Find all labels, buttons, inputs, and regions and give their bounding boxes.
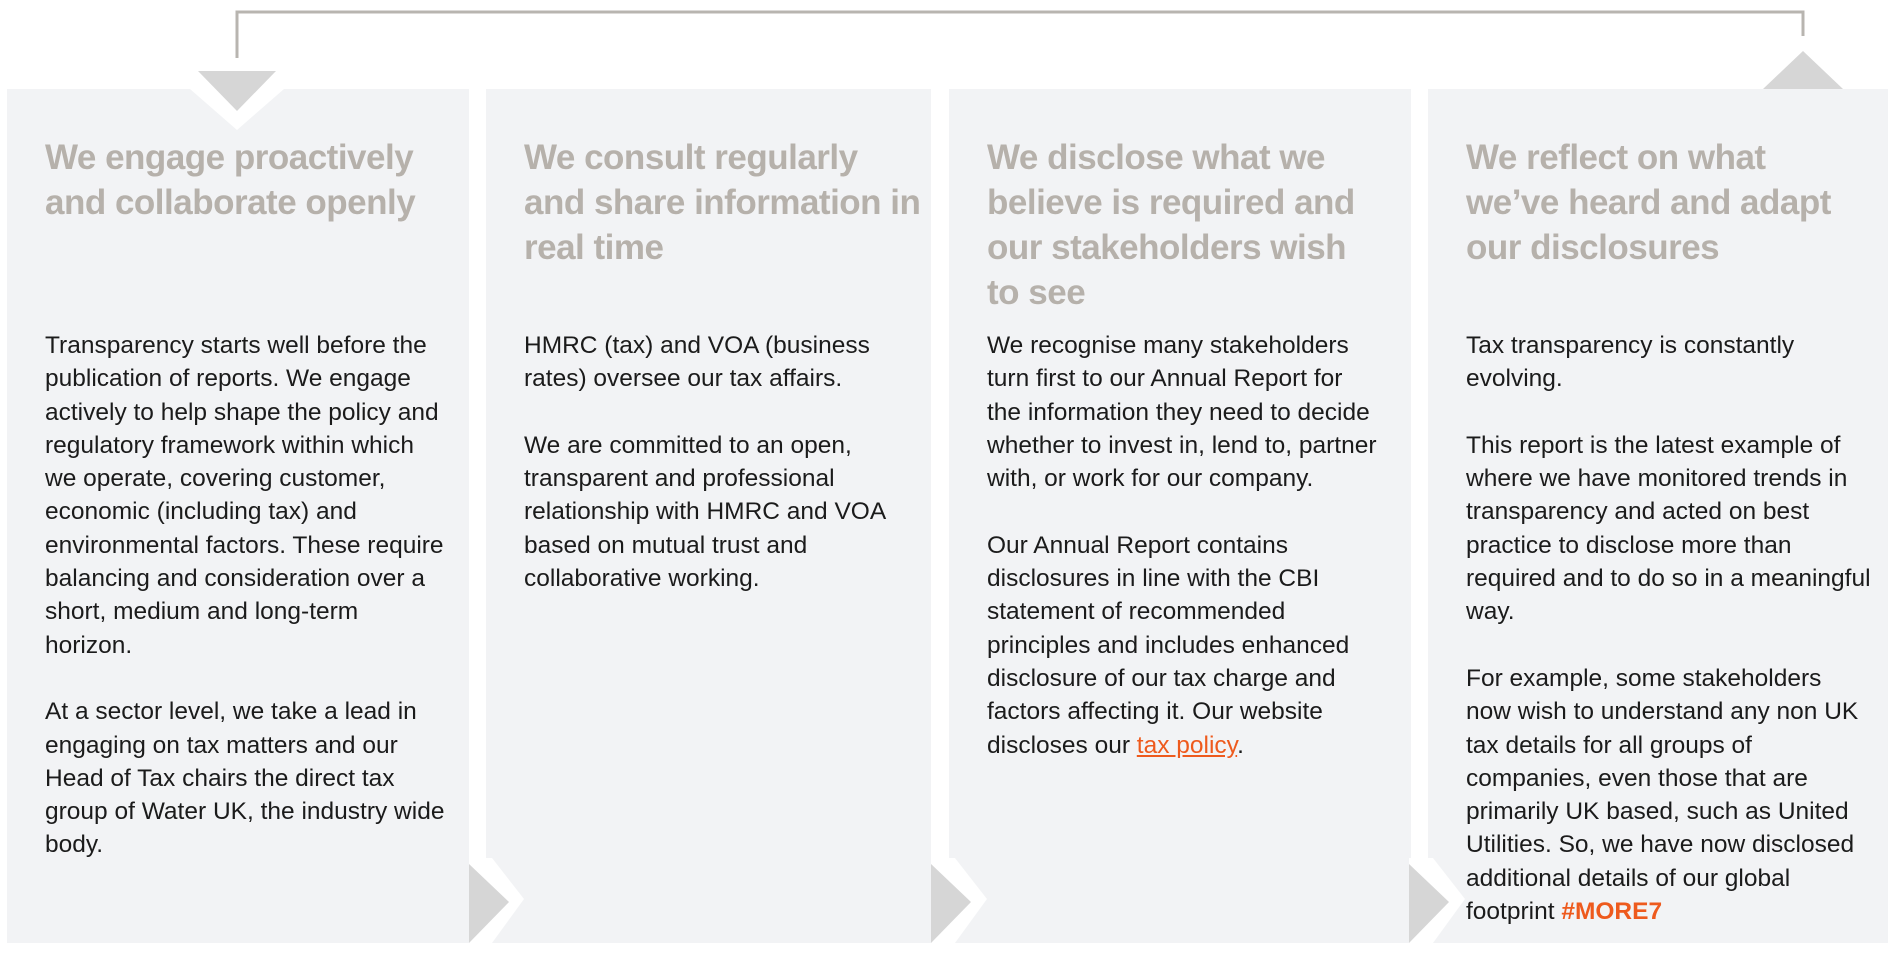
more7-tag: #MORE7 <box>1561 898 1663 926</box>
panel-title: We disclose what we believe is required … <box>987 138 1355 312</box>
panel-paragraph: Tax transparency is constantly evolving. <box>1466 332 1795 393</box>
up-triangle-icon <box>1763 51 1843 89</box>
down-arrow-icon <box>190 71 284 130</box>
paragraph-text: For example, some stakeholders now wish … <box>1466 664 1859 926</box>
chevron-right-icon <box>1409 858 1465 943</box>
panel-body: Transparency starts well before the publ… <box>45 329 450 895</box>
panel-title: We consult regularly and share informati… <box>524 138 921 267</box>
paragraph-text: Our Annual Report contains disclosures i… <box>987 531 1350 759</box>
panel-body: HMRC (tax) and VOA (business rates) over… <box>524 329 916 629</box>
panel-paragraph: At a sector level, we take a lead in eng… <box>45 698 445 859</box>
chevron-right-icon <box>931 858 987 943</box>
panel-paragraph: Our Annual Report contains disclosures i… <box>987 529 1382 762</box>
panel-reflect: We reflect on what we’ve heard and adapt… <box>1428 89 1888 943</box>
panel-body: We recognise many stakeholders turn firs… <box>987 329 1382 795</box>
panel-paragraph: For example, some stakeholders now wish … <box>1466 662 1871 928</box>
paragraph-end: . <box>1237 731 1244 759</box>
tax-policy-link[interactable]: tax policy <box>1137 732 1237 759</box>
chevron-right-icon <box>469 858 524 943</box>
panel-engage: We engage proactively and collaborate op… <box>7 89 469 943</box>
panel-disclose: We disclose what we believe is required … <box>949 89 1411 943</box>
panel-title: We reflect on what we’ve heard and adapt… <box>1466 138 1831 267</box>
panel-body: Tax transparency is constantly evolving.… <box>1466 329 1871 962</box>
panel-paragraph: Transparency starts well before the publ… <box>45 332 444 659</box>
panel-paragraph: We are committed to an open, transparent… <box>524 431 885 593</box>
panel-paragraph: HMRC (tax) and VOA (business rates) over… <box>524 332 870 393</box>
connector-line <box>235 10 1805 58</box>
panel-paragraph: We recognise many stakeholders turn firs… <box>987 332 1377 493</box>
panel-paragraph: This report is the latest example of whe… <box>1466 431 1871 626</box>
panel-title: We engage proactively and collaborate op… <box>45 138 416 222</box>
panel-consult: We consult regularly and share informati… <box>486 89 931 943</box>
